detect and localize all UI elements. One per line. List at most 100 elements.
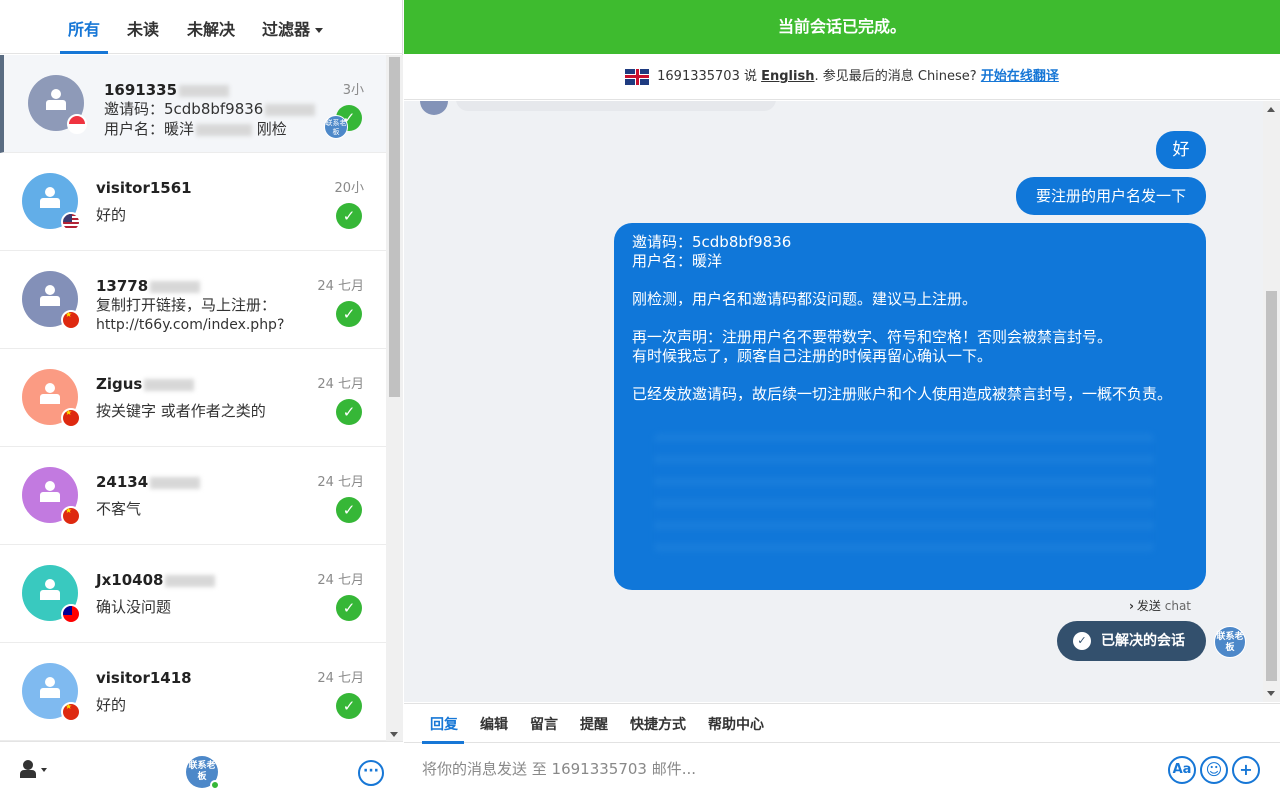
conversation-preview: 邀请码：5cdb8bf9836 用户名：暖洋 刚检: [104, 99, 324, 139]
conversation-name: Jx10408: [96, 571, 216, 589]
translate-visitor: 1691335703 说: [657, 69, 757, 84]
resolved-check-icon: ✓: [336, 595, 362, 621]
chat-scrollbar[interactable]: [1263, 101, 1280, 702]
person-icon: [40, 677, 60, 699]
filter-tabs: 所有 未读 未解决 过滤器: [0, 0, 403, 54]
scrollbar-thumb[interactable]: [389, 57, 400, 397]
conversation-name: 24134: [96, 473, 201, 491]
conversation-name: visitor1418: [96, 669, 192, 687]
conversation-item[interactable]: 1691335 邀请码：5cdb8bf9836 用户名：暖洋 刚检 3小 ✓ 联…: [0, 55, 386, 153]
conversation-name-text: 1691335: [104, 81, 178, 99]
redacted-text: [265, 103, 316, 116]
person-icon: [40, 285, 60, 307]
visitor-avatar: [420, 101, 448, 115]
start-translation-link[interactable]: 开始在线翻译: [981, 69, 1059, 84]
resolved-check-icon: ✓: [336, 497, 362, 523]
conversation-preview: 好的: [96, 696, 127, 714]
conversation-time: 3小: [342, 83, 364, 98]
conversation-item[interactable]: Zigus 按关键字 或者作者之类的 24 七月 ✓: [0, 349, 386, 447]
tab-reminder[interactable]: 提醒: [580, 714, 608, 734]
tab-help-center[interactable]: 帮助中心: [708, 714, 764, 734]
conversation-sidebar: 所有 未读 未解决 过滤器 1691335 邀请码：5cdb8bf9836 用户…: [0, 0, 403, 793]
flag-icon: [61, 408, 81, 428]
conversation-time: 24 七月: [317, 475, 364, 490]
conversation-name-text: Jx10408: [96, 571, 164, 589]
agent-avatar: 联系老板: [1214, 626, 1246, 658]
add-attachment-icon[interactable]: +: [1232, 756, 1260, 784]
tab-reply[interactable]: 回复: [430, 714, 458, 734]
sidebar-footer: 联系老板 ···: [0, 741, 403, 793]
chevron-right-icon: ›: [1128, 599, 1134, 613]
resolved-check-icon: ✓: [336, 301, 362, 327]
tab-unread[interactable]: 未读: [127, 16, 159, 40]
conversation-name-text: 24134: [96, 473, 149, 491]
chevron-down-icon: [315, 28, 324, 33]
redacted-text: [150, 476, 201, 489]
person-icon: [40, 187, 60, 209]
conversation-list-scrollbar[interactable]: [386, 55, 403, 741]
conversation-preview: 复制打开链接，马上注册： http://t66y.com/index.php?: [96, 295, 316, 335]
redacted-text: [144, 378, 195, 391]
message-input[interactable]: [422, 756, 1142, 782]
conversation-item[interactable]: 13778 复制打开链接，马上注册： http://t66y.com/index…: [0, 251, 386, 349]
delivery-status: › 发送 chat: [1129, 597, 1191, 614]
scroll-down-arrow-icon[interactable]: [390, 732, 398, 737]
conversation-name: Zigus: [96, 375, 195, 393]
more-options-icon[interactable]: ···: [358, 760, 384, 786]
emoji-icon[interactable]: ☺: [1200, 756, 1228, 784]
message-composer: Aa ☺ +: [404, 744, 1280, 793]
resolved-session-pill: ✓ 已解决的会话: [1057, 621, 1206, 661]
agent-message-text: 邀请码：5cdb8bf9836 用户名：暖洋 刚检测，用户名和邀请码都没问题。建…: [632, 233, 1173, 403]
resolved-session-label: 已解决的会话: [1101, 633, 1185, 649]
font-format-icon[interactable]: Aa: [1168, 756, 1196, 784]
scroll-up-arrow-icon[interactable]: [1267, 107, 1275, 112]
preview-line-2: 用户名：暖洋: [104, 120, 195, 138]
active-tab-indicator: [60, 51, 108, 54]
agent-message: 好: [1156, 131, 1206, 169]
visitor-message-bubble: [456, 101, 776, 111]
translate-language: English: [761, 69, 815, 84]
agent-status-icon[interactable]: [20, 760, 48, 780]
person-icon: [40, 383, 60, 405]
conversation-item[interactable]: Jx10408 确认没问题 24 七月 ✓: [0, 545, 386, 643]
conversation-preview: 不客气: [96, 500, 142, 518]
app: 所有 未读 未解决 过滤器 1691335 邀请码：5cdb8bf9836 用户…: [0, 0, 1280, 793]
person-icon: [46, 89, 66, 111]
conversation-name-text: Zigus: [96, 375, 143, 393]
conversation-preview: 按关键字 或者作者之类的: [96, 402, 266, 420]
scrollbar-thumb[interactable]: [1266, 291, 1277, 681]
scroll-down-arrow-icon[interactable]: [1267, 691, 1275, 696]
resolved-check-icon: ✓: [336, 203, 362, 229]
preview-line-1: 复制打开链接，马上注册：: [96, 296, 277, 314]
tab-all[interactable]: 所有: [68, 16, 100, 40]
check-circle-icon: ✓: [1073, 632, 1091, 650]
online-status-dot: [210, 780, 220, 790]
preview-line-2: http://t66y.com/index.php?: [96, 317, 285, 333]
conversation-list: 1691335 邀请码：5cdb8bf9836 用户名：暖洋 刚检 3小 ✓ 联…: [0, 55, 386, 741]
agent-message: 邀请码：5cdb8bf9836 用户名：暖洋 刚检测，用户名和邀请码都没问题。建…: [614, 223, 1206, 590]
translate-middle: . 参见最后的消息 Chinese?: [814, 69, 977, 84]
conversation-name: visitor1561: [96, 179, 192, 197]
person-icon: [40, 579, 60, 601]
redacted-text: [165, 574, 216, 587]
tab-filter-label: 过滤器: [262, 20, 311, 39]
uk-flag-icon: [625, 68, 650, 85]
composer-tabs: 回复 编辑 留言 提醒 快捷方式 帮助中心: [404, 703, 1280, 744]
conversation-item[interactable]: 24134 不客气 24 七月 ✓: [0, 447, 386, 545]
conversation-time: 24 七月: [317, 279, 364, 294]
tab-shortcuts[interactable]: 快捷方式: [630, 714, 686, 734]
tab-note[interactable]: 留言: [530, 714, 558, 734]
conversation-item[interactable]: visitor1561 好的 20小 ✓: [0, 153, 386, 251]
tab-unresolved[interactable]: 未解决: [187, 16, 235, 40]
tab-filter[interactable]: 过滤器: [262, 16, 324, 40]
flag-icon: [61, 506, 81, 526]
person-icon: [40, 481, 60, 503]
delivery-status-suffix: chat: [1164, 599, 1191, 613]
conversation-preview: 好的: [96, 206, 127, 224]
conversation-item[interactable]: visitor1418 好的 24 七月 ✓: [0, 643, 386, 741]
agent-message: 要注册的用户名发一下: [1016, 177, 1206, 215]
preview-line-2-tail: 刚检: [256, 120, 287, 138]
tab-edit[interactable]: 编辑: [480, 714, 508, 734]
conversation-name: 1691335: [104, 81, 230, 99]
message-area: 好 要注册的用户名发一下 邀请码：5cdb8bf9836 用户名：暖洋 刚检测，…: [404, 101, 1263, 702]
